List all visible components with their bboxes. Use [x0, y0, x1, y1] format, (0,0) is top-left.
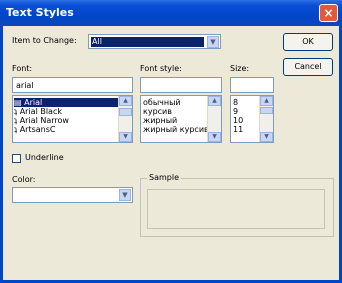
- window-title: Text Styles: [6, 6, 74, 19]
- size-label: Size:: [230, 64, 250, 73]
- chevron-down-icon[interactable]: ▼: [119, 189, 131, 201]
- scroll-up-icon[interactable]: ▲: [208, 96, 221, 106]
- list-item[interactable]: 11: [233, 125, 259, 134]
- scroll-down-icon[interactable]: ▼: [260, 132, 273, 142]
- item-to-change-label: Item to Change:: [12, 36, 77, 45]
- list-item[interactable]: обычный: [143, 98, 207, 107]
- font-label: Font:: [12, 64, 33, 73]
- ok-button[interactable]: OK: [283, 33, 333, 51]
- font-list-scrollbar[interactable]: ▲ ▼: [118, 96, 132, 142]
- list-item[interactable]: ʇ Arial Narrow: [14, 116, 118, 125]
- size-list[interactable]: 8 9 10 11 ▲ ▼: [230, 95, 274, 143]
- font-input-value: arial: [16, 81, 34, 90]
- list-item[interactable]: 10: [233, 116, 259, 125]
- item-to-change-value: All: [91, 37, 204, 47]
- scroll-up-icon[interactable]: ▲: [119, 96, 132, 106]
- font-style-input[interactable]: [140, 77, 222, 93]
- scroll-down-icon[interactable]: ▼: [119, 132, 132, 142]
- font-list-items: ▤ Arial ʇ Arial Black ʇ Arial Narrow ʇ A…: [14, 98, 118, 134]
- underline-label: Underline: [25, 153, 64, 162]
- font-input[interactable]: arial: [12, 77, 133, 93]
- scroll-down-icon[interactable]: ▼: [208, 132, 221, 142]
- close-icon: ×: [323, 6, 334, 20]
- list-item[interactable]: жирный: [143, 116, 207, 125]
- sample-label: Sample: [147, 173, 181, 182]
- underline-checkbox[interactable]: [12, 154, 21, 163]
- font-style-label: Font style:: [140, 64, 182, 73]
- list-item[interactable]: 9: [233, 107, 259, 116]
- font-list[interactable]: ▤ Arial ʇ Arial Black ʇ Arial Narrow ʇ A…: [12, 95, 133, 143]
- list-item[interactable]: курсив: [143, 107, 207, 116]
- printer-font-icon: ▤: [14, 98, 25, 107]
- color-label: Color:: [12, 175, 36, 184]
- font-style-list-items: обычный курсив жирный жирный курсив: [143, 98, 207, 134]
- list-item[interactable]: ʇ Arial Black: [14, 107, 118, 116]
- list-item[interactable]: ʇ ArtsansC: [14, 125, 118, 134]
- font-style-list-scrollbar[interactable]: ▲ ▼: [207, 96, 221, 142]
- font-style-list[interactable]: обычный курсив жирный жирный курсив ▲ ▼: [140, 95, 222, 143]
- size-input[interactable]: [230, 77, 274, 93]
- size-list-items: 8 9 10 11: [233, 98, 259, 134]
- title-bar: Text Styles: [0, 0, 342, 26]
- scroll-up-icon[interactable]: ▲: [260, 96, 273, 106]
- cancel-button[interactable]: Cancel: [283, 58, 333, 76]
- list-item[interactable]: 8: [233, 98, 259, 107]
- sample-preview: [147, 189, 325, 229]
- size-list-scrollbar[interactable]: ▲ ▼: [259, 96, 273, 142]
- scroll-thumb[interactable]: [119, 108, 132, 116]
- list-item[interactable]: жирный курсив: [143, 125, 207, 134]
- color-dropdown[interactable]: ▼: [12, 187, 133, 203]
- list-item[interactable]: ▤ Arial: [14, 98, 118, 107]
- scroll-thumb[interactable]: [260, 107, 273, 114]
- item-to-change-dropdown[interactable]: All ▼: [88, 34, 221, 49]
- close-button[interactable]: ×: [319, 4, 338, 22]
- sample-group: Sample: [140, 173, 334, 237]
- chevron-down-icon[interactable]: ▼: [207, 36, 219, 48]
